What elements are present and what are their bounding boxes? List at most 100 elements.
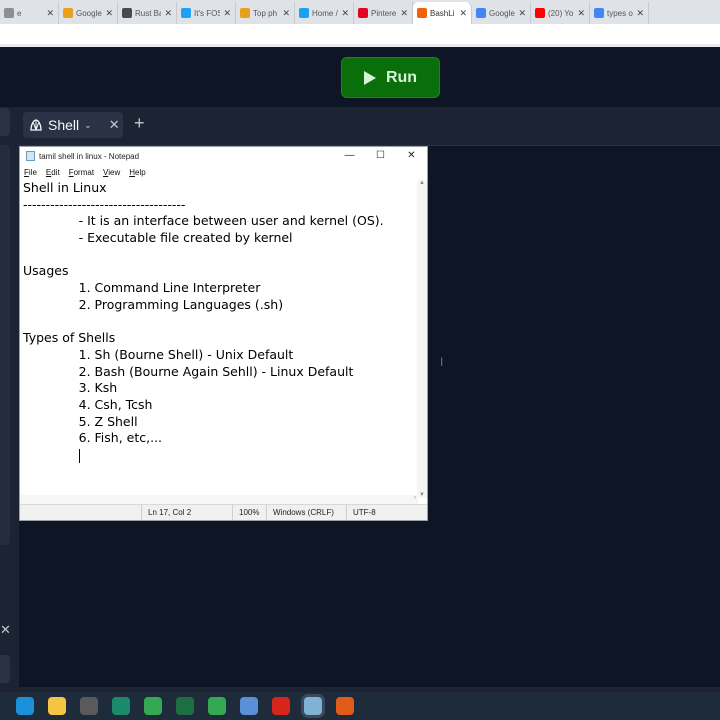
- browser-tab-title: e: [17, 8, 22, 18]
- browser-tab[interactable]: Top ph ✕: [236, 2, 295, 24]
- twitter-icon: [181, 8, 191, 18]
- browser-tab[interactable]: BashLi ✕: [413, 2, 472, 24]
- text-line: 6. Fish, etc,...: [23, 430, 163, 446]
- address-bar[interactable]: [0, 24, 720, 46]
- notepad-menu-bar: File Edit Format View Help: [20, 165, 427, 179]
- close-tab-icon[interactable]: ✕: [105, 8, 113, 19]
- status-zoom: 100%: [239, 508, 260, 517]
- scroll-up-icon[interactable]: ▲: [417, 180, 427, 186]
- text-line: Usages: [23, 263, 69, 279]
- close-tab-icon[interactable]: ✕: [518, 8, 526, 19]
- text-line: - It is an interface between user and ke…: [23, 213, 384, 229]
- text-line: 1. Sh (Bourne Shell) - Unix Default: [23, 346, 294, 362]
- taskbar: [0, 692, 720, 720]
- notepad-icon[interactable]: [304, 697, 322, 715]
- close-tab-icon[interactable]: ✕: [46, 8, 54, 19]
- browser-tab-title: It's FOS: [194, 8, 221, 18]
- edge-icon[interactable]: [16, 697, 34, 715]
- browser-tab[interactable]: Rust Ba ✕: [118, 2, 177, 24]
- page-icon: [4, 8, 14, 18]
- status-line-ending: Windows (CRLF): [273, 508, 334, 517]
- menu-item-edit[interactable]: Edit: [46, 168, 60, 177]
- browser-tab[interactable]: Google ✕: [59, 2, 118, 24]
- notepad-app-icon: [26, 151, 35, 161]
- run-label: Run: [385, 68, 418, 86]
- close-icon[interactable]: ✕: [0, 622, 11, 638]
- shell-icon: [30, 119, 42, 131]
- virtualbox-icon[interactable]: [240, 697, 258, 715]
- text-line: [23, 314, 415, 331]
- browser-tab-title: BashLi: [430, 8, 455, 18]
- close-tab-icon[interactable]: ✕: [282, 8, 290, 19]
- close-tab-icon[interactable]: ✕: [223, 8, 231, 19]
- left-panel-header[interactable]: [0, 108, 10, 136]
- left-panel-content: [0, 145, 10, 545]
- text-cursor-icon: I: [440, 355, 444, 369]
- menu-item-file[interactable]: File: [24, 168, 37, 177]
- close-tab-icon[interactable]: ✕: [164, 8, 172, 19]
- browser-tab[interactable]: e ✕: [0, 2, 59, 24]
- scroll-down-icon[interactable]: ▼: [417, 492, 427, 498]
- file-explorer-icon[interactable]: [48, 697, 66, 715]
- close-tab-icon[interactable]: ✕: [577, 8, 585, 19]
- menu-item-format[interactable]: Format: [69, 168, 94, 177]
- excel-icon[interactable]: [176, 697, 194, 715]
- play-icon: [363, 70, 376, 85]
- close-tab-icon[interactable]: ✕: [341, 8, 349, 19]
- minimize-icon[interactable]: —: [334, 147, 365, 165]
- browser-tab-title: Pintere: [371, 8, 397, 18]
- status-divider: [141, 505, 142, 520]
- notepad-title: tamil shell in linux - Notepad: [39, 151, 140, 161]
- menu-item-view[interactable]: View: [103, 168, 120, 177]
- text-line: 5. Z Shell: [23, 413, 138, 429]
- browser-tab[interactable]: types o ✕: [590, 2, 649, 24]
- tab-shell[interactable]: Shell ⌄ ✕: [23, 112, 123, 138]
- notepad-text-area[interactable]: Shell in Linux --------------------------…: [23, 180, 415, 500]
- left-panel-footer[interactable]: [0, 655, 10, 683]
- close-tab-icon[interactable]: ✕: [400, 8, 408, 19]
- caret-line: [23, 447, 415, 464]
- text-line: 3. Ksh: [23, 380, 118, 396]
- browser-tab-title: Home /: [312, 8, 338, 18]
- text-line: Types of Shells: [23, 330, 116, 346]
- scroll-right-icon[interactable]: ›: [414, 495, 416, 501]
- browser-tab[interactable]: It's FOS ✕: [177, 2, 236, 24]
- menu-item-help[interactable]: Help: [129, 168, 145, 177]
- browser-tab-title: (20) Yo: [548, 8, 574, 18]
- chevron-down-icon[interactable]: ⌄: [84, 120, 92, 131]
- status-divider: [232, 505, 233, 520]
- browser-tab-strip: e ✕ Google ✕ Rust Ba ✕ It's FOS ✕ Top ph ✕ Home / ✕…: [0, 0, 720, 24]
- browser-tab[interactable]: Google ✕: [472, 2, 531, 24]
- g91-icon: [63, 8, 73, 18]
- media-icon[interactable]: [336, 697, 354, 715]
- close-tab-icon[interactable]: ✕: [109, 117, 120, 133]
- acrobat-icon[interactable]: [272, 697, 290, 715]
- browser-tab[interactable]: (20) Yo ✕: [531, 2, 590, 24]
- close-tab-icon[interactable]: ✕: [459, 8, 467, 19]
- browser-tab-title: Google: [76, 8, 102, 18]
- app-installer-icon[interactable]: [112, 697, 130, 715]
- close-window-icon[interactable]: ✕: [396, 147, 427, 165]
- youtube-icon: [535, 8, 545, 18]
- close-tab-icon[interactable]: ✕: [636, 8, 644, 19]
- calculator-icon[interactable]: [80, 697, 98, 715]
- text-line: 4. Csh, Tcsh: [23, 396, 153, 412]
- twitter-icon: [299, 8, 309, 18]
- chrome-icon[interactable]: [144, 697, 162, 715]
- maximize-icon[interactable]: ☐: [365, 147, 396, 165]
- status-divider: [266, 505, 267, 520]
- text-line: [23, 247, 415, 264]
- text-line: 2. Programming Languages (.sh): [23, 296, 284, 312]
- window-controls: — ☐ ✕: [334, 147, 427, 165]
- vertical-scrollbar[interactable]: ▲ ▼: [417, 180, 427, 498]
- browser-tab-title: Rust Ba: [135, 8, 162, 18]
- add-tab-button[interactable]: +: [134, 113, 145, 134]
- horizontal-scrollbar[interactable]: ›: [20, 495, 418, 504]
- notepad-window[interactable]: tamil shell in linux - Notepad — ☐ ✕ Fil…: [19, 146, 428, 521]
- pane-tab-bar: [19, 107, 720, 146]
- chrome-profile-icon[interactable]: [208, 697, 226, 715]
- rust-icon: [122, 8, 132, 18]
- run-button[interactable]: Run: [341, 57, 440, 98]
- browser-tab[interactable]: Home / ✕: [295, 2, 354, 24]
- browser-tab[interactable]: Pintere ✕: [354, 2, 413, 24]
